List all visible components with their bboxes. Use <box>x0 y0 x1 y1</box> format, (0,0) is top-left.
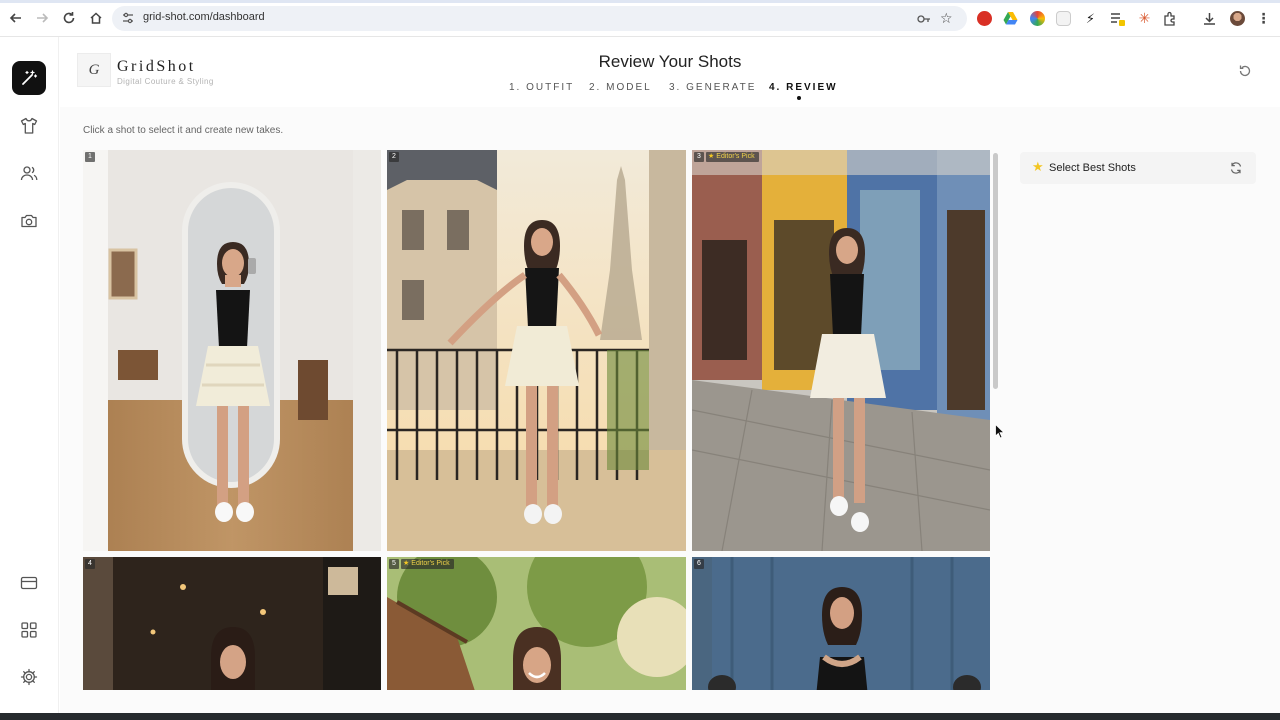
editors-pick-label-3: Editor's Pick <box>716 153 755 160</box>
shot-image-1 <box>83 150 381 551</box>
star-icon: ★ <box>403 560 410 567</box>
forward-arrow-icon[interactable] <box>34 10 50 26</box>
shot-image-6 <box>692 557 990 690</box>
page-title: Review Your Shots <box>598 52 742 71</box>
password-key-icon[interactable] <box>917 13 931 25</box>
refresh-icon[interactable] <box>1229 161 1243 175</box>
app-header: G GridShot Digital Couture & Styling Rev… <box>60 37 1280 107</box>
address-bar[interactable]: grid-shot.com/dashboard ☆ <box>112 6 967 31</box>
credit-card-icon[interactable] <box>19 573 39 593</box>
shot-number-4: 4 <box>85 559 95 569</box>
editors-pick-badge-5: ★ Editor's Pick <box>401 559 454 569</box>
back-arrow-icon[interactable] <box>8 10 24 26</box>
extension-red-icon[interactable] <box>977 11 992 26</box>
step-outfit[interactable]: 1. OUTFIT <box>509 82 574 93</box>
extension-list-icon[interactable] <box>1110 11 1125 26</box>
shot-card-3[interactable]: 3 ★ Editor's Pick <box>692 150 990 551</box>
profile-avatar[interactable] <box>1230 11 1245 26</box>
grid-icon[interactable] <box>19 620 39 640</box>
site-settings-icon[interactable] <box>122 12 134 24</box>
editors-pick-label-5: Editor's Pick <box>411 560 450 567</box>
extension-bolt-icon[interactable]: ⚡ <box>1083 11 1098 26</box>
shot-grid: 1 2 3 ★ Editor's Pick 4 5 ★ Editor's Pic… <box>83 150 991 690</box>
shot-number-1: 1 <box>85 152 95 162</box>
shot-card-6[interactable]: 6 <box>692 557 990 690</box>
browser-menu-icon[interactable]: ⋮ <box>1256 11 1271 26</box>
star-icon: ★ <box>708 153 715 160</box>
review-area: Click a shot to select it and create new… <box>60 107 1280 713</box>
select-best-shots-card[interactable]: ★ Select Best Shots <box>1020 152 1256 184</box>
reset-icon[interactable] <box>1238 64 1252 78</box>
extension-spark-icon[interactable]: ✳ <box>1137 11 1152 26</box>
shot-number-6: 6 <box>694 559 704 569</box>
browser-toolbar: grid-shot.com/dashboard ☆ ⚡ ✳ ⋮ <box>0 0 1280 37</box>
instruction-text: Click a shot to select it and create new… <box>83 125 284 136</box>
mouse-cursor-icon <box>995 424 1005 439</box>
users-icon[interactable] <box>19 163 39 183</box>
settings-icon[interactable] <box>19 667 39 687</box>
extension-color-icon[interactable] <box>1030 11 1045 26</box>
shirt-icon[interactable] <box>19 116 39 136</box>
extensions-puzzle-icon[interactable] <box>1163 11 1178 26</box>
shot-number-3: 3 <box>694 152 704 162</box>
magic-wand-icon[interactable] <box>12 61 46 95</box>
brand-tagline: Digital Couture & Styling <box>117 77 214 86</box>
shot-image-5 <box>387 557 686 690</box>
screen-bottom-edge <box>0 713 1280 720</box>
bookmark-star-icon[interactable]: ☆ <box>940 10 953 27</box>
shot-card-4[interactable]: 4 <box>83 557 381 690</box>
star-icon: ★ <box>1032 159 1044 174</box>
reload-icon[interactable] <box>61 10 77 26</box>
editors-pick-badge-3: ★ Editor's Pick <box>706 152 759 162</box>
shot-card-2[interactable]: 2 <box>387 150 686 551</box>
shot-image-3 <box>692 150 990 551</box>
shot-image-2 <box>387 150 686 551</box>
step-generate[interactable]: 3. GENERATE <box>669 82 756 93</box>
active-step-dot <box>797 96 801 100</box>
tab-strip-edge <box>0 0 1280 3</box>
shot-number-2: 2 <box>389 152 399 162</box>
download-icon[interactable] <box>1202 11 1217 26</box>
step-review[interactable]: 4. REVIEW <box>769 82 838 93</box>
home-icon[interactable] <box>88 10 104 26</box>
camera-icon[interactable] <box>19 211 39 231</box>
shot-card-1[interactable]: 1 <box>83 150 381 551</box>
left-nav-rail <box>0 37 59 713</box>
url-text[interactable]: grid-shot.com/dashboard <box>143 11 265 23</box>
shot-number-5: 5 <box>389 559 399 569</box>
grid-scrollbar[interactable] <box>993 153 998 389</box>
shot-card-5[interactable]: 5 ★ Editor's Pick <box>387 557 686 690</box>
shot-image-4 <box>83 557 381 690</box>
select-best-shots-label: Select Best Shots <box>1049 162 1136 174</box>
google-drive-icon[interactable] <box>1003 11 1018 26</box>
step-model[interactable]: 2. MODEL <box>589 82 652 93</box>
extension-shield-icon[interactable] <box>1056 11 1071 26</box>
